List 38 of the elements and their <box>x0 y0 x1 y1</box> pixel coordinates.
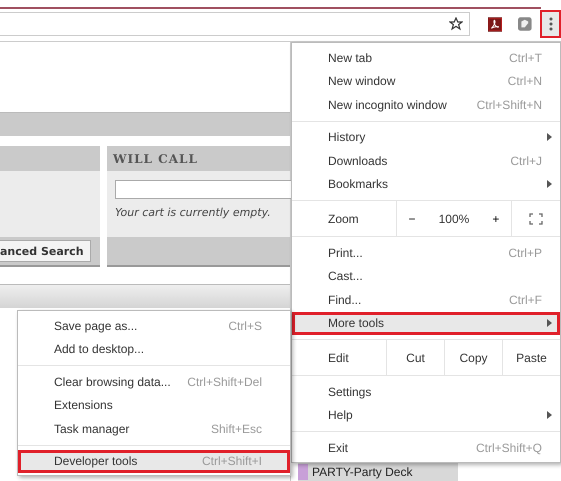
menu-item[interactable]: Cast... <box>292 264 560 288</box>
cart-status-text: Your cart is currently empty. <box>115 206 272 219</box>
menu-item[interactable]: Task manager Shift+Esc <box>18 417 290 440</box>
edit-action-button[interactable]: Paste <box>502 340 560 375</box>
more-icon <box>548 17 552 31</box>
color-swatch <box>298 464 308 480</box>
menu-button[interactable] <box>542 12 559 36</box>
menu-item[interactable]: Settings <box>292 380 560 404</box>
menu-item[interactable]: Clear browsing data... Ctrl+Shift+Del <box>18 370 290 394</box>
menu-item[interactable]: Bookmarks <box>292 172 560 196</box>
menu-item[interactable]: History <box>292 126 560 149</box>
extension-icon[interactable] <box>518 16 532 32</box>
menu-item[interactable]: Downloads Ctrl+J <box>292 149 560 172</box>
menu-item[interactable]: New tab Ctrl+T <box>292 46 560 70</box>
menu-item[interactable]: Save page as... Ctrl+S <box>18 314 290 338</box>
menu-item[interactable]: Print... Ctrl+P <box>292 241 560 264</box>
menu-item[interactable]: New window Ctrl+N <box>292 70 560 93</box>
menu-item[interactable]: More tools <box>292 312 560 335</box>
zoom-label: Zoom <box>327 210 360 228</box>
menu-item[interactable]: Exit Ctrl+Shift+Q <box>292 436 560 460</box>
menu-item[interactable]: Find... Ctrl+F <box>292 288 560 312</box>
menu-item[interactable]: Extensions <box>18 394 290 417</box>
menu-item[interactable]: Help <box>292 404 560 427</box>
pdf-icon[interactable] <box>488 16 502 32</box>
panel-title: WILL CALL <box>107 146 290 171</box>
menu-item[interactable]: Developer tools Ctrl+Shift+I <box>18 450 290 473</box>
menu-item[interactable]: Add to desktop... <box>18 338 290 361</box>
zoom-level: 100% <box>438 212 470 226</box>
row-label: PARTY-Party Deck <box>312 465 412 479</box>
edit-action-button[interactable]: Copy <box>444 340 502 375</box>
zoom-out-button[interactable]: − <box>408 212 416 226</box>
menu-item[interactable]: New incognito window Ctrl+Shift+N <box>292 93 560 116</box>
advanced-search-button[interactable]: anced Search <box>0 240 91 262</box>
edit-action-button[interactable]: Cut <box>386 340 444 375</box>
zoom-in-button[interactable]: + <box>492 212 500 226</box>
edit-label: Edit <box>327 350 350 366</box>
star-icon[interactable] <box>449 17 463 31</box>
fullscreen-icon[interactable] <box>529 212 543 224</box>
